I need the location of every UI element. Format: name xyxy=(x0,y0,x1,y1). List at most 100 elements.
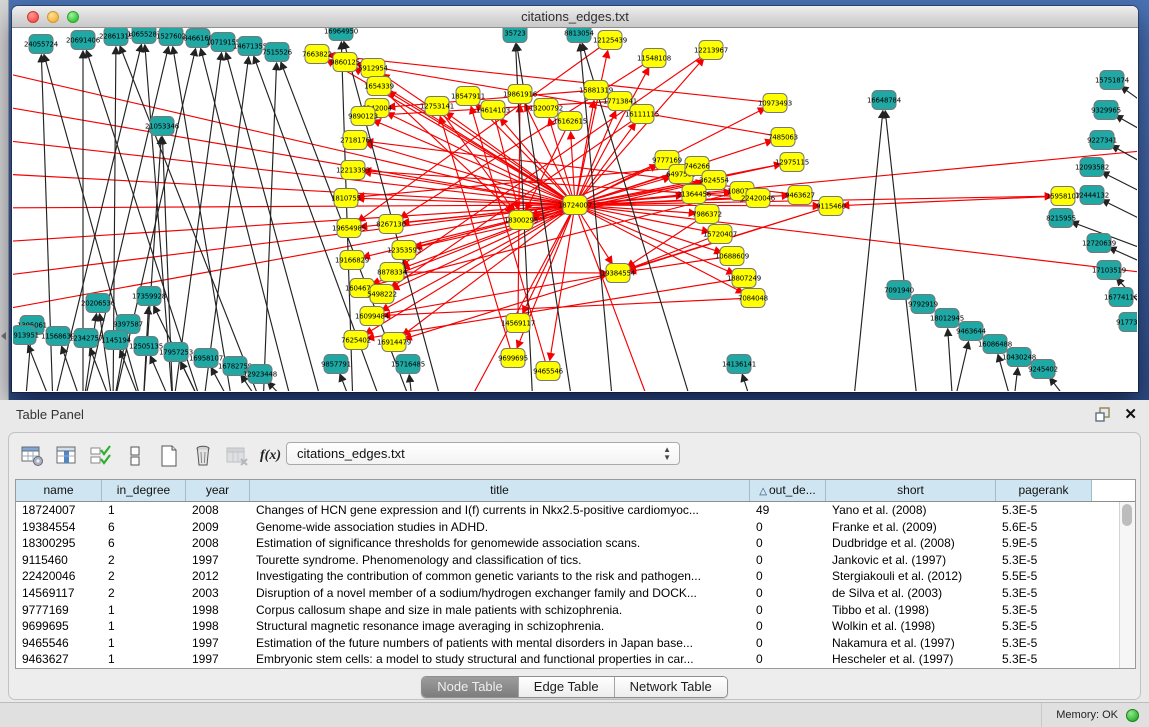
network-node[interactable]: 9463627 xyxy=(785,186,815,205)
network-node[interactable]: 14614103 xyxy=(476,101,510,120)
network-node[interactable]: 16648784 xyxy=(867,91,902,110)
select-all-rows-icon[interactable] xyxy=(87,443,114,469)
table-row[interactable]: 977716911998Corpus callosum shape and si… xyxy=(16,602,1119,619)
network-node[interactable]: 1145194 xyxy=(101,331,132,350)
table-row[interactable]: 911546021997Tourette syndrome. Phenomeno… xyxy=(16,552,1119,569)
network-node[interactable]: 16774116 xyxy=(1104,288,1137,307)
network-node[interactable]: 20206536 xyxy=(81,294,116,313)
network-node[interactable]: 16914479 xyxy=(377,333,411,352)
network-node[interactable]: 9177354 xyxy=(1116,313,1137,332)
collapse-arrow-icon[interactable] xyxy=(1,332,6,340)
table-row[interactable]: 1938455462009Genome-wide association stu… xyxy=(16,519,1119,536)
table-row[interactable]: 1830029562008Estimation of significance … xyxy=(16,535,1119,552)
network-node[interactable]: 7091940 xyxy=(884,281,914,300)
table-settings-icon[interactable] xyxy=(19,443,46,469)
network-node[interactable]: 12213393 xyxy=(336,161,370,180)
network-node[interactable]: 9890123 xyxy=(348,107,378,126)
network-node[interactable]: 18300295 xyxy=(504,211,538,230)
network-node[interactable]: 1654339 xyxy=(364,77,394,96)
network-node[interactable]: 19384554 xyxy=(601,264,636,283)
network-node[interactable]: 15958107 xyxy=(1046,187,1080,206)
network-node[interactable]: 18724007 xyxy=(558,196,592,215)
tab-network-table[interactable]: Network Table xyxy=(615,677,727,697)
network-node[interactable]: 1527602 xyxy=(156,28,186,46)
network-node[interactable]: 12125439 xyxy=(593,31,627,50)
network-node[interactable]: 10688609 xyxy=(715,247,749,266)
network-node[interactable]: 7986372 xyxy=(692,205,722,224)
network-canvas[interactable]: 2405572420691406228613151065528715276028… xyxy=(13,28,1137,391)
side-panel-grip[interactable] xyxy=(0,0,9,400)
close-panel-icon[interactable]: ✕ xyxy=(1124,405,1137,423)
network-node[interactable]: 17103519 xyxy=(1092,261,1126,280)
network-node[interactable]: 7485063 xyxy=(768,128,798,147)
network-node[interactable]: 7084048 xyxy=(738,289,768,308)
network-node[interactable]: 5498222 xyxy=(367,285,397,304)
table-row[interactable]: 969969511998Structural magnetic resonanc… xyxy=(16,618,1119,635)
function-builder-icon[interactable]: f(x) xyxy=(257,443,284,469)
network-node[interactable]: 7625402 xyxy=(341,331,371,350)
network-node[interactable]: 9329965 xyxy=(1091,101,1121,120)
network-node[interactable]: 15751874 xyxy=(1095,71,1130,90)
column-header-in_degree[interactable]: in_degree xyxy=(102,480,186,501)
network-node[interactable]: 35723 xyxy=(503,28,527,43)
network-node[interactable]: 8215955 xyxy=(1046,209,1076,228)
network-node[interactable]: 18807249 xyxy=(727,269,761,288)
cell-options-icon[interactable] xyxy=(121,443,148,469)
network-node[interactable]: 12342757 xyxy=(69,329,103,348)
network-node[interactable]: 1810755 xyxy=(331,189,361,208)
column-header-short[interactable]: short xyxy=(826,480,996,501)
network-node[interactable]: 11548108 xyxy=(637,49,671,68)
table-row[interactable]: 2242004622012Investigating the contribut… xyxy=(16,568,1119,585)
network-node[interactable]: 19654985 xyxy=(332,219,366,238)
network-node[interactable]: 8813054 xyxy=(564,28,595,43)
network-node[interactable]: 15716485 xyxy=(391,355,425,374)
network-node[interactable]: 12353593 xyxy=(387,241,421,260)
network-node[interactable]: 17359928 xyxy=(132,287,166,306)
network-node[interactable]: 3913951 xyxy=(13,326,39,345)
network-node[interactable]: 9792919 xyxy=(908,295,938,314)
network-node[interactable]: 21053346 xyxy=(145,117,180,136)
network-node[interactable]: 15720407 xyxy=(703,225,737,244)
network-node[interactable]: 9465546 xyxy=(533,362,564,381)
delete-attribute-icon[interactable] xyxy=(189,443,216,469)
network-node[interactable]: 12753141 xyxy=(420,97,454,116)
network-node[interactable]: 8267130 xyxy=(376,215,406,234)
column-header-out_degree[interactable]: △out_de... xyxy=(750,480,826,501)
table-scrollbar-thumb[interactable] xyxy=(1122,504,1132,526)
network-node[interactable]: 12093582 xyxy=(1075,158,1109,177)
network-node[interactable]: 7515526 xyxy=(262,43,293,62)
network-node[interactable]: 12213967 xyxy=(694,41,728,60)
network-node[interactable]: 24055724 xyxy=(24,35,59,54)
network-node[interactable]: 2718176 xyxy=(340,131,371,150)
table-selector-dropdown[interactable]: citations_edges.txt ▲▼ xyxy=(286,442,680,465)
column-header-year[interactable]: year xyxy=(186,480,250,501)
new-table-icon[interactable] xyxy=(155,443,182,469)
network-node[interactable]: 20691406 xyxy=(66,31,101,50)
network-node[interactable]: 9860125 xyxy=(330,53,360,72)
float-panel-icon[interactable] xyxy=(1095,407,1111,423)
table-scrollbar[interactable] xyxy=(1119,502,1135,668)
select-columns-icon[interactable] xyxy=(53,443,80,469)
network-node[interactable]: 9463644 xyxy=(956,322,987,341)
network-node[interactable]: 19166829 xyxy=(335,251,369,270)
network-node[interactable]: 7663822 xyxy=(302,45,332,64)
network-node[interactable]: 9857791 xyxy=(321,355,351,374)
network-node[interactable]: 9699695 xyxy=(498,349,528,368)
network-node[interactable]: 8878334 xyxy=(377,263,408,282)
network-node[interactable]: 10973493 xyxy=(758,94,792,113)
network-node[interactable]: 5912954 xyxy=(358,59,389,78)
network-node[interactable]: 12923448 xyxy=(243,365,277,384)
network-node[interactable]: 12444132 xyxy=(1075,186,1109,205)
network-node[interactable]: 12505135 xyxy=(129,337,163,356)
network-node[interactable]: 19861916 xyxy=(503,85,538,104)
network-node[interactable]: 9227341 xyxy=(1087,131,1117,150)
network-node[interactable]: 14569117 xyxy=(501,314,535,333)
table-row[interactable]: 946362711997Embryonic stem cells: a mode… xyxy=(16,651,1119,668)
network-node[interactable]: 12720639 xyxy=(1082,234,1116,253)
table-row[interactable]: 1872400712008Changes of HCN gene express… xyxy=(16,502,1119,519)
memory-ok-indicator[interactable] xyxy=(1126,709,1139,722)
column-header-name[interactable]: name xyxy=(16,480,102,501)
network-node[interactable]: 12975115 xyxy=(775,153,809,172)
column-header-pagerank[interactable]: pagerank xyxy=(996,480,1092,501)
column-header-title[interactable]: title xyxy=(250,480,750,501)
